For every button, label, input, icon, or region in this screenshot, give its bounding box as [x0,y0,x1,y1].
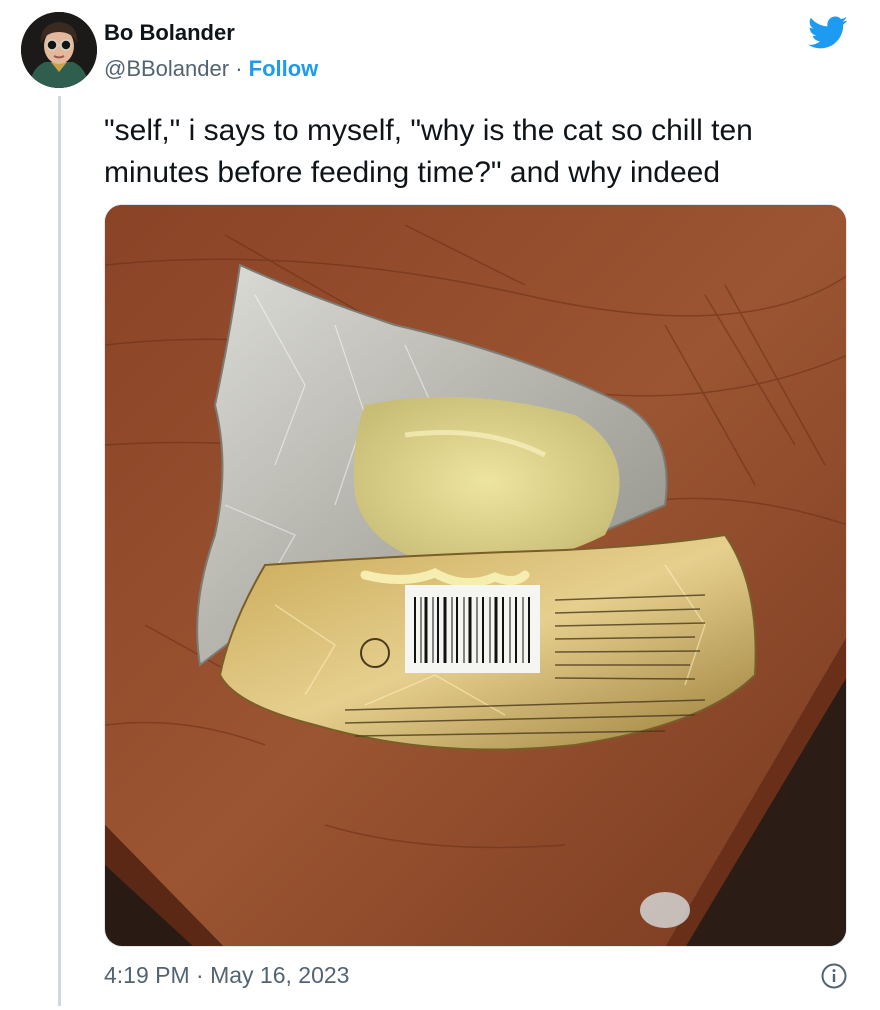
twitter-bird-icon[interactable] [808,16,848,50]
tweet-text-line: minutes before feeding time?" and why in… [104,156,721,189]
tweet-card: Bo Bolander @BBolander · Follow "self," … [0,0,880,1010]
author-meta: @BBolander · Follow [104,56,318,82]
meta-separator: · [229,56,249,81]
tweet-text-line: "self," i says to myself, "why is the ca… [104,114,753,147]
author-name[interactable]: Bo Bolander [104,20,235,46]
thread-line [58,96,61,1006]
author-handle[interactable]: @BBolander [104,56,229,81]
avatar[interactable] [21,12,97,88]
avatar-photo [21,12,97,88]
info-icon[interactable] [820,962,848,990]
tweet-text: "self," i says to myself, "why is the ca… [104,110,844,194]
follow-button[interactable]: Follow [249,56,319,81]
tweet-photo[interactable] [104,204,847,947]
photo-image [105,205,846,946]
tweet-timestamp[interactable]: 4:19 PM · May 16, 2023 [104,962,349,989]
